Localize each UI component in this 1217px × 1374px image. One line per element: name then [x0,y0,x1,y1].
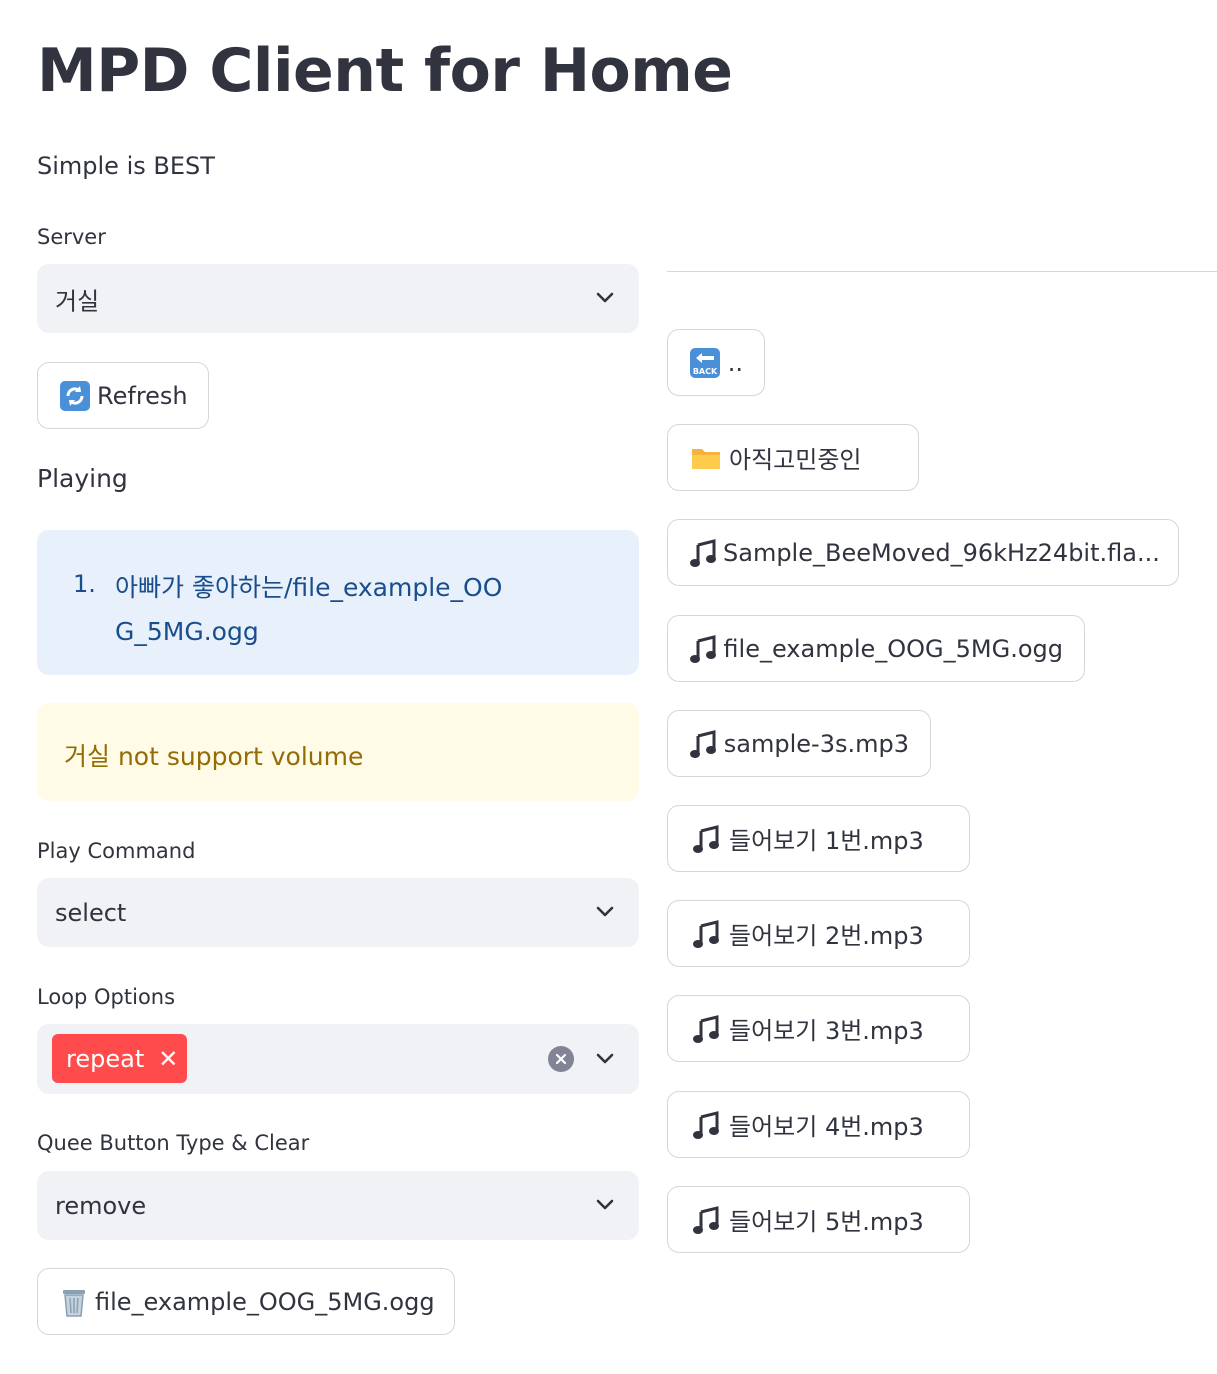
volume-warning-box: 거실 not support volume [37,703,639,801]
file-button-label: 들어보기 1번.mp3 [729,827,924,855]
chevron-down-icon [596,1053,614,1064]
playing-item-number: 1. [73,570,96,598]
file-button-label: 들어보기 2번.mp3 [729,922,924,950]
refresh-button[interactable]: Refresh [37,362,209,429]
wastebasket-icon [59,1285,89,1319]
loop-option-tag-label: repeat [66,1044,145,1073]
file-button[interactable]: 들어보기 5번.mp3 [667,1186,970,1253]
music-note-icon [689,1108,723,1142]
file-button[interactable]: 들어보기 2번.mp3 [667,900,970,967]
queue-button-type-select[interactable]: remove [37,1171,639,1240]
refresh-button-label: Refresh [97,381,188,410]
file-button-label: 들어보기 5번.mp3 [729,1208,924,1236]
music-note-icon [689,1203,723,1237]
server-label: Server [37,225,106,249]
queue-button-type-select-value: remove [55,1191,147,1220]
page-title: MPD Client for Home [37,36,733,106]
server-select[interactable]: 거실 [37,264,639,333]
clear-all-icon[interactable] [548,1046,574,1072]
music-note-icon [689,632,717,666]
play-command-label: Play Command [37,839,196,863]
file-button-label: sample-3s.mp3 [723,729,909,758]
playing-label: Playing [37,464,128,493]
remove-tag-icon[interactable]: ✕ [158,1045,178,1073]
file-button[interactable]: 들어보기 1번.mp3 [667,805,970,872]
volume-warning-text: 거실 not support volume [64,742,364,771]
file-button[interactable]: 들어보기 4번.mp3 [667,1091,970,1158]
queue-button-type-label: Quee Button Type & Clear [37,1131,310,1155]
folder-button[interactable]: 아직고민중인 [667,424,919,491]
back-button-label: .. [727,348,743,377]
play-command-select[interactable]: select [37,878,639,947]
chevron-down-icon [596,906,614,917]
music-note-icon [689,727,718,761]
file-button-label: 들어보기 3번.mp3 [729,1017,924,1045]
music-note-icon [689,536,717,570]
svg-text:BACK: BACK [693,367,718,376]
back-button[interactable]: BACK .. [667,329,765,396]
playing-info-box: 1. 아빠가 좋아하는/file_example_OOG_5MG.ogg [37,530,639,675]
music-note-icon [689,822,723,856]
chevron-down-icon [596,1199,614,1210]
file-button[interactable]: file_example_OOG_5MG.ogg [667,615,1085,682]
divider [667,271,1217,272]
file-button[interactable]: Sample_BeeMoved_96kHz24bit.fla... [667,519,1179,586]
file-button-label: 들어보기 4번.mp3 [729,1113,924,1141]
page-subtitle: Simple is BEST [37,152,215,180]
file-button-label: Sample_BeeMoved_96kHz24bit.fla... [723,538,1160,567]
arrows-counterclockwise-icon [59,379,91,413]
loop-option-tag-repeat[interactable]: repeat ✕ [52,1034,187,1083]
file-button[interactable]: 들어보기 3번.mp3 [667,995,970,1062]
server-select-value: 거실 [55,287,100,315]
queue-item-remove-button[interactable]: file_example_OOG_5MG.ogg [37,1268,455,1335]
playing-item-text: 아빠가 좋아하는/file_example_OOG_5MG.ogg [115,573,503,646]
music-note-icon [689,1012,723,1046]
play-command-select-value: select [55,898,127,927]
loop-options-label: Loop Options [37,985,176,1009]
music-note-icon [689,917,723,951]
queue-item-label: file_example_OOG_5MG.ogg [95,1287,435,1316]
chevron-down-icon [596,292,614,303]
file-button-label: file_example_OOG_5MG.ogg [723,634,1063,663]
folder-button-label: 아직고민중인 [729,446,862,474]
file-button[interactable]: sample-3s.mp3 [667,710,931,777]
loop-options-multiselect[interactable]: repeat ✕ [37,1024,639,1094]
folder-icon [689,441,723,475]
back-arrow-icon: BACK [689,346,722,380]
